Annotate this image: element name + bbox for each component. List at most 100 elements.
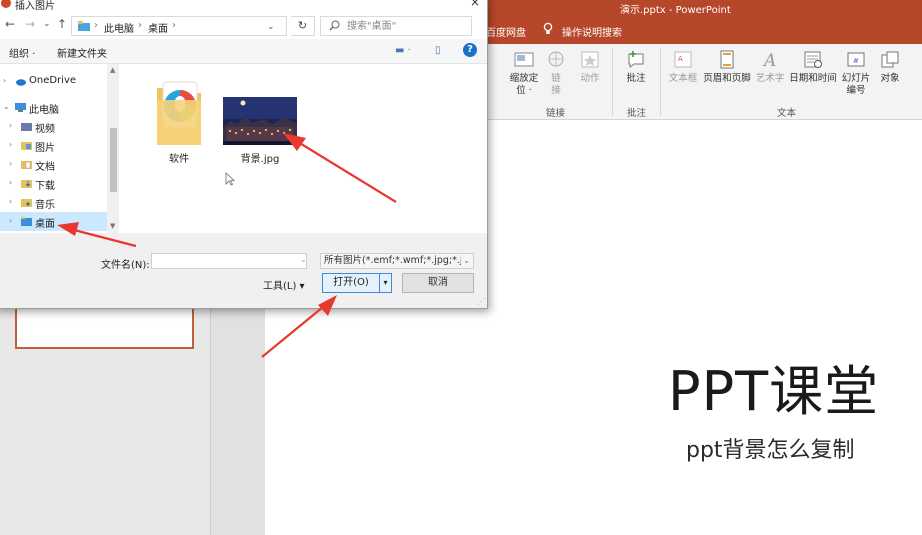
scroll-down-icon: ▼ xyxy=(110,222,116,230)
mouse-cursor-icon xyxy=(225,172,235,186)
link-icon xyxy=(548,51,564,67)
slide-number-button[interactable]: # 幻灯片 编号 xyxy=(840,50,872,97)
tree-item-label: 此电脑 xyxy=(29,105,59,116)
cancel-button[interactable]: 取消 xyxy=(402,273,474,293)
datetime-icon xyxy=(804,51,822,68)
back-button[interactable]: ← xyxy=(5,18,15,30)
object-label: 对象 xyxy=(880,73,900,84)
tree-scrollbar[interactable]: ▲ ▼ xyxy=(107,64,119,234)
tree-scrollbar-thumb[interactable] xyxy=(110,128,117,192)
dialog-titlebar[interactable]: 插入图片 × xyxy=(0,0,487,12)
filename-input[interactable] xyxy=(151,253,307,269)
header-footer-button[interactable]: 页眉和页脚 xyxy=(702,50,752,85)
refresh-button[interactable]: ↻ xyxy=(291,16,315,36)
preview-pane-button[interactable]: ▯ xyxy=(435,45,441,56)
expand-chevron-icon: › xyxy=(9,121,13,130)
datetime-button[interactable]: 日期和时间 xyxy=(789,50,837,85)
tab-tell-me-search[interactable]: 操作说明搜索 xyxy=(562,24,622,39)
breadcrumb-desktop[interactable]: 桌面 xyxy=(148,20,168,35)
tree-item-music[interactable]: › 音乐 xyxy=(0,193,107,212)
slide-title[interactable]: PPT课堂 xyxy=(668,347,879,426)
up-button[interactable]: ↑ xyxy=(57,18,67,30)
tree-item-label: 文档 xyxy=(35,162,55,173)
tools-button[interactable]: 工具(L) ▾ xyxy=(263,277,305,292)
resize-grip-icon[interactable]: ⋰ xyxy=(477,297,485,306)
documents-folder-icon xyxy=(21,161,32,169)
file-type-filter-value: 所有图片(*.emf;*.wmf;*.jpg;*.jp xyxy=(324,255,469,266)
textbox-label: 文本框 xyxy=(668,73,698,84)
forward-button[interactable]: → xyxy=(25,18,35,30)
tree-item-downloads[interactable]: › 下载 xyxy=(0,174,107,193)
wordart-button[interactable]: A 艺术字 xyxy=(754,50,786,85)
open-dropdown-button[interactable]: ▾ xyxy=(380,273,392,293)
slide-thumbnail[interactable] xyxy=(15,305,194,349)
powerpoint-app-icon xyxy=(1,0,11,8)
help-button[interactable]: ? xyxy=(463,43,477,57)
view-options-button[interactable]: ▬ · xyxy=(395,45,411,56)
dialog-command-bar: 组织 · 新建文件夹 ▬ · ▯ ? xyxy=(0,39,487,63)
tree-item-label: 图片 xyxy=(35,143,55,154)
organize-button[interactable]: 组织 · xyxy=(9,45,35,60)
ribbon-separator xyxy=(612,48,613,116)
ribbon-separator xyxy=(660,48,661,116)
navigation-tree: › OneDrive ⌄ 此电脑 › 视频 › 图片 › 文档 › 下载 › 音… xyxy=(0,63,119,234)
object-button[interactable]: 对象 xyxy=(876,50,904,85)
textbox-icon: A xyxy=(674,51,692,68)
slide-subtitle[interactable]: ppt背景怎么复制 xyxy=(686,432,855,464)
tab-baidu-netdisk[interactable]: 百度网盘 xyxy=(486,24,526,39)
scroll-up-icon: ▲ xyxy=(110,66,116,74)
comment-icon xyxy=(628,51,644,68)
expand-chevron-icon: › xyxy=(9,140,13,149)
chevron-down-icon: ⌄ xyxy=(461,254,470,268)
tree-item-pictures[interactable]: › 图片 xyxy=(0,136,107,155)
svg-text:A: A xyxy=(762,51,776,70)
address-dropdown-button[interactable]: ⌄ xyxy=(267,22,275,32)
cloud-icon xyxy=(16,79,26,86)
downloads-folder-icon xyxy=(21,180,32,188)
new-folder-button[interactable]: 新建文件夹 xyxy=(57,45,107,60)
file-name: 背景.jpg xyxy=(240,154,280,165)
computer-icon xyxy=(15,103,26,112)
open-button[interactable]: 打开(O) xyxy=(322,273,380,293)
group-links-label: 链接 xyxy=(546,108,566,119)
tree-item-videos[interactable]: › 视频 xyxy=(0,117,107,136)
collapse-chevron-icon: ⌄ xyxy=(3,102,10,111)
comment-label: 批注 xyxy=(626,73,646,84)
filename-dropdown-icon[interactable]: ⌄ xyxy=(300,255,307,264)
tree-item-label: 视频 xyxy=(35,124,55,135)
textbox-button[interactable]: A 文本框 xyxy=(666,50,700,85)
address-bar[interactable]: › 此电脑 › 桌面 › xyxy=(71,16,287,36)
insert-picture-dialog: 插入图片 × ← → ⌄ ↑ › 此电脑 › 桌面 › ⌄ ↻ 组织 · 新建文… xyxy=(0,0,488,309)
breadcrumb-separator: › xyxy=(172,20,176,31)
comment-button[interactable]: 批注 xyxy=(620,50,652,85)
file-item-background-jpg[interactable]: 背景.jpg xyxy=(119,64,319,165)
header-footer-icon xyxy=(720,50,734,69)
lightbulb-icon xyxy=(543,22,553,34)
action-button[interactable]: 动作 xyxy=(575,50,605,85)
zoom-button[interactable]: 缩放定 位 · xyxy=(506,50,542,97)
file-type-filter-select[interactable]: 所有图片(*.emf;*.wmf;*.jpg;*.jp ⌄ xyxy=(320,253,474,269)
svg-text:#: # xyxy=(853,57,859,65)
expand-chevron-icon: › xyxy=(9,197,13,206)
tree-item-label: 下载 xyxy=(35,181,55,192)
filename-label: 文件名(N): xyxy=(101,260,150,271)
zoom-label: 缩放定 位 · xyxy=(509,73,539,96)
tree-item-this-pc[interactable]: ⌄ 此电脑 xyxy=(0,98,107,117)
pictures-folder-icon xyxy=(21,142,32,150)
this-pc-icon xyxy=(78,21,90,31)
breadcrumb-this-pc[interactable]: 此电脑 xyxy=(104,20,134,35)
tree-item-documents[interactable]: › 文档 xyxy=(0,155,107,174)
music-folder-icon xyxy=(21,199,32,207)
tree-item-onedrive[interactable]: › OneDrive xyxy=(0,72,107,91)
recent-locations-button[interactable]: ⌄ xyxy=(43,18,51,30)
tree-item-desktop[interactable]: › 桌面 xyxy=(0,212,107,231)
object-icon xyxy=(881,51,899,68)
search-input[interactable] xyxy=(347,19,467,33)
zoom-icon xyxy=(514,52,534,67)
search-box[interactable] xyxy=(320,16,472,36)
close-button[interactable]: × xyxy=(467,0,483,9)
link-button[interactable]: 链 接 xyxy=(544,50,568,97)
wordart-label: 艺术字 xyxy=(755,73,785,84)
header-footer-label: 页眉和页脚 xyxy=(703,73,751,84)
expand-chevron-icon: › xyxy=(9,216,13,225)
